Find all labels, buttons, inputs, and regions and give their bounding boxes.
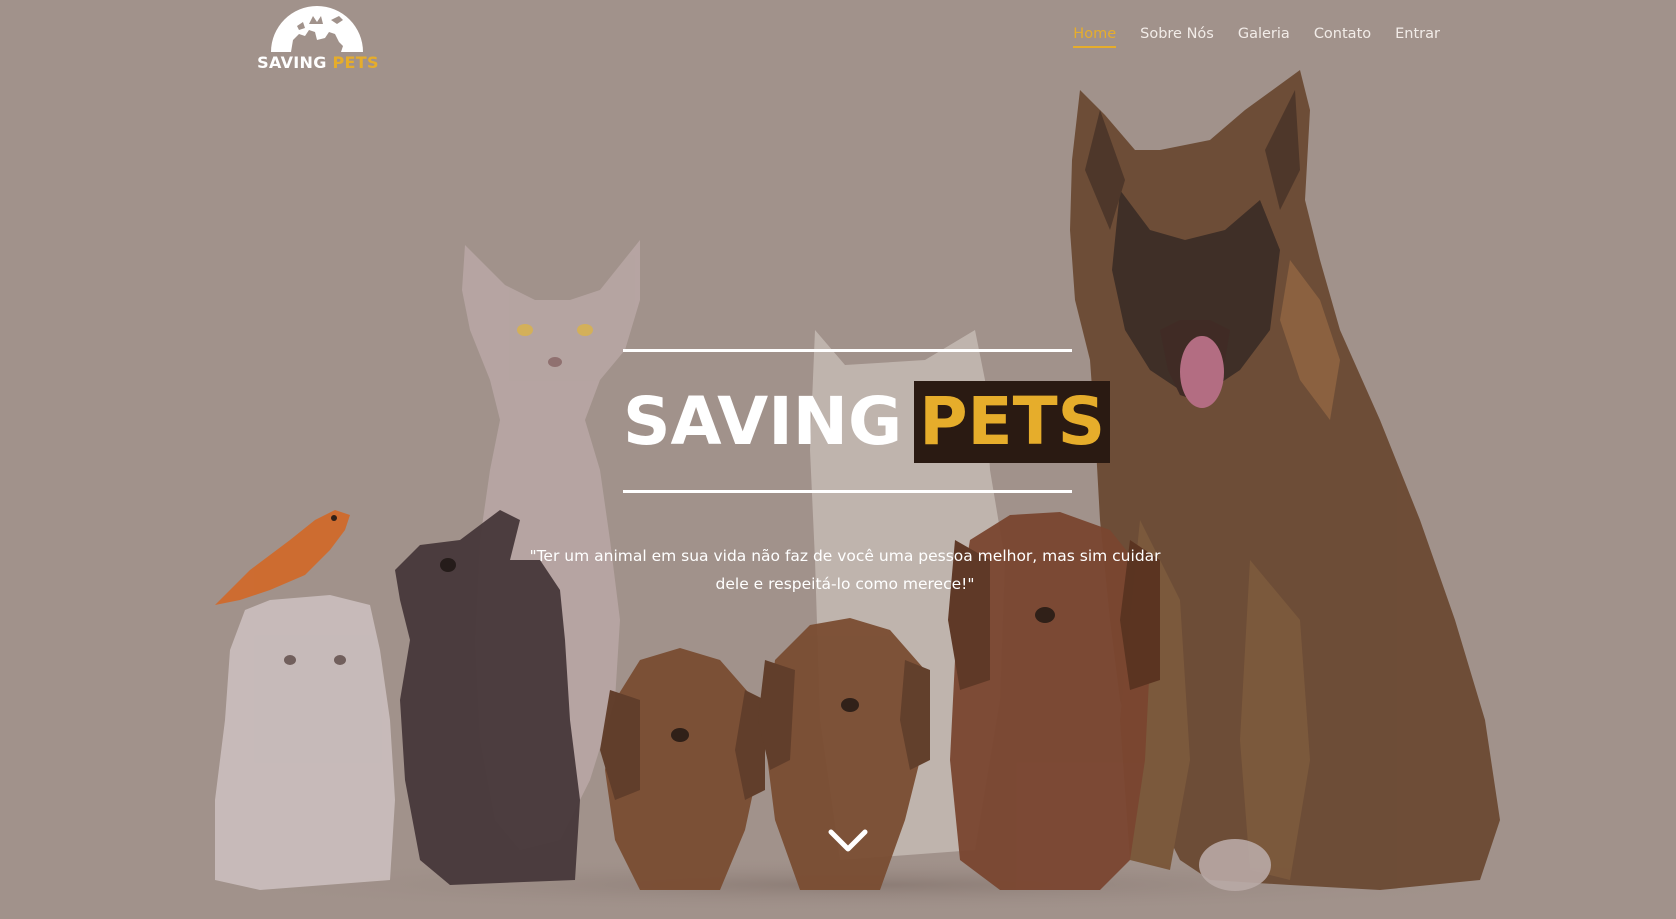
site-logo[interactable]: SAVING PETS bbox=[255, 2, 381, 74]
title-rule-top bbox=[623, 349, 1072, 352]
logo-word-saving: SAVING bbox=[257, 53, 327, 72]
hero-quote-line1: "Ter um animal em sua vida não faz de vo… bbox=[529, 547, 1161, 565]
nav-item-home[interactable]: Home bbox=[1073, 26, 1117, 48]
nav-item-galeria[interactable]: Galeria bbox=[1238, 26, 1290, 46]
nav-item-sobre-nos[interactable]: Sobre Nós bbox=[1140, 26, 1214, 46]
hero-quote: "Ter um animal em sua vida não faz de vo… bbox=[520, 542, 1170, 598]
nav-item-entrar[interactable]: Entrar bbox=[1395, 26, 1440, 46]
chevron-down-icon[interactable] bbox=[823, 822, 873, 858]
hero-title-pets: PETS bbox=[914, 381, 1111, 463]
hero-quote-line2: dele e respeitá-lo como merece!" bbox=[715, 575, 975, 593]
nav-item-contato[interactable]: Contato bbox=[1314, 26, 1371, 46]
logo-text: SAVING PETS bbox=[255, 53, 381, 72]
logo-word-pets: PETS bbox=[332, 53, 379, 72]
title-rule-bottom bbox=[623, 490, 1072, 493]
main-nav: Home Sobre Nós Galeria Contato Entrar bbox=[1073, 26, 1440, 48]
hero-title-saving: SAVING bbox=[623, 383, 903, 460]
pets-silhouette-icon bbox=[271, 6, 363, 52]
hero-section: SAVING PETS Home Sobre Nós Galeria Conta… bbox=[0, 0, 1676, 919]
hero-title: SAVING PETS bbox=[623, 381, 1111, 463]
